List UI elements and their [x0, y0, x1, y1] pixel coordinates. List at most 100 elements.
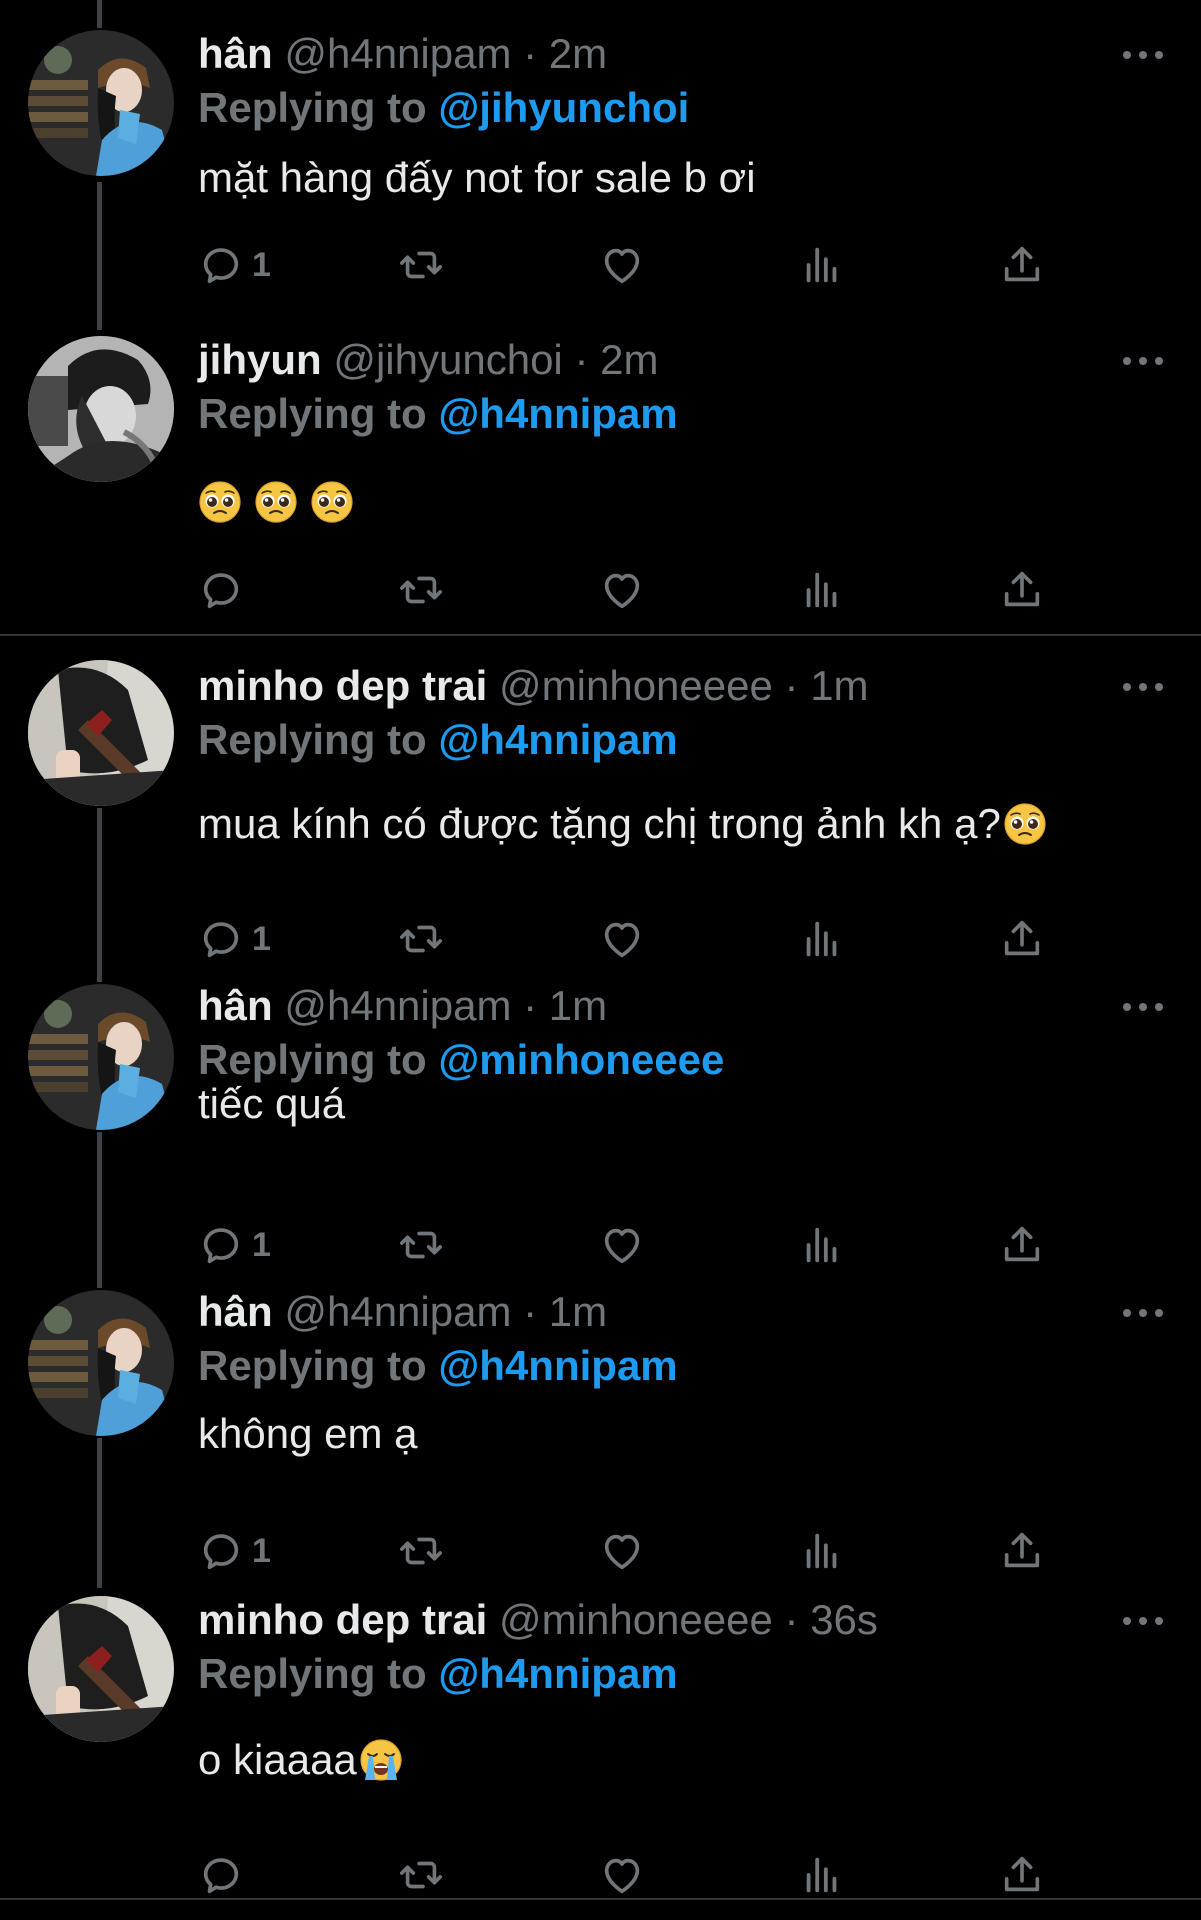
- display-name[interactable]: minho dep trai: [198, 1596, 487, 1643]
- more-icon[interactable]: [1123, 1306, 1163, 1320]
- mention-link[interactable]: @jihyunchoi: [438, 84, 689, 131]
- avatar[interactable]: [28, 1596, 174, 1742]
- share-button[interactable]: [999, 240, 1045, 290]
- share-button[interactable]: [999, 1220, 1045, 1270]
- timestamp[interactable]: 1m: [549, 1288, 607, 1335]
- more-icon[interactable]: [1123, 680, 1163, 694]
- user-handle[interactable]: @h4nnipam: [284, 1288, 511, 1335]
- share-button[interactable]: [999, 1850, 1045, 1900]
- timestamp[interactable]: 1m: [810, 662, 868, 709]
- tweet-actions: 1: [198, 240, 1098, 290]
- views-button[interactable]: [799, 565, 845, 615]
- views-icon: [799, 1852, 845, 1898]
- views-button[interactable]: [799, 1220, 845, 1270]
- retweet-button[interactable]: [398, 914, 444, 964]
- tweet-actions: [198, 565, 1098, 615]
- tweet[interactable]: hân @h4nnipam · 2m Replying to @jihyunch…: [0, 0, 1201, 318]
- share-icon: [999, 567, 1045, 613]
- like-button[interactable]: [599, 565, 645, 615]
- like-icon: [599, 567, 645, 613]
- mention-link[interactable]: @h4nnipam: [438, 716, 677, 763]
- user-handle[interactable]: @minhoneeee: [499, 662, 773, 709]
- retweet-button[interactable]: [398, 240, 444, 290]
- tweet[interactable]: hân @h4nnipam · 1m Replying to @h4nnipam…: [0, 1274, 1201, 1580]
- avatar[interactable]: [28, 336, 174, 482]
- retweet-button[interactable]: [398, 1526, 444, 1576]
- reply-button[interactable]: 1: [198, 240, 271, 290]
- views-icon: [799, 242, 845, 288]
- share-button[interactable]: [999, 1526, 1045, 1576]
- more-icon[interactable]: [1123, 354, 1163, 368]
- display-name[interactable]: hân: [198, 982, 273, 1029]
- more-icon[interactable]: [1123, 48, 1163, 62]
- reply-button[interactable]: 1: [198, 914, 271, 964]
- share-icon: [999, 916, 1045, 962]
- mention-link[interactable]: @h4nnipam: [438, 1342, 677, 1389]
- avatar[interactable]: [28, 660, 174, 806]
- retweet-button[interactable]: [398, 565, 444, 615]
- like-icon: [599, 1852, 645, 1898]
- reply-button[interactable]: 1: [198, 1526, 271, 1576]
- mention-link[interactable]: @h4nnipam: [438, 1650, 677, 1697]
- tweet-header: minho dep trai @minhoneeee · 1m: [198, 661, 869, 711]
- reply-count: 1: [252, 919, 271, 958]
- tweet-actions: 1: [198, 1526, 1098, 1576]
- tweet[interactable]: minho dep trai @minhoneeee · 36s Replyin…: [0, 1580, 1201, 1898]
- like-button[interactable]: [599, 914, 645, 964]
- tweet[interactable]: hân @h4nnipam · 1m Replying to @minhonee…: [0, 968, 1201, 1274]
- avatar[interactable]: [28, 1290, 174, 1436]
- timestamp[interactable]: 2m: [549, 30, 607, 77]
- like-button[interactable]: [599, 240, 645, 290]
- replying-label: Replying to: [198, 716, 427, 763]
- timestamp[interactable]: 2m: [600, 336, 658, 383]
- user-handle[interactable]: @minhoneeee: [499, 1596, 773, 1643]
- share-icon: [999, 1528, 1045, 1574]
- share-button[interactable]: [999, 565, 1045, 615]
- display-name[interactable]: hân: [198, 30, 273, 77]
- display-name[interactable]: minho dep trai: [198, 662, 487, 709]
- tweet[interactable]: minho dep trai @minhoneeee · 1m Replying…: [0, 636, 1201, 968]
- reply-button[interactable]: [198, 565, 244, 615]
- views-button[interactable]: [799, 1526, 845, 1576]
- like-button[interactable]: [599, 1850, 645, 1900]
- avatar[interactable]: [28, 30, 174, 176]
- tweet[interactable]: jihyun @jihyunchoi · 2m Replying to @h4n…: [0, 318, 1201, 636]
- user-handle[interactable]: @h4nnipam: [284, 30, 511, 77]
- mention-link[interactable]: @minhoneeee: [438, 1036, 724, 1083]
- reply-icon: [198, 916, 244, 962]
- views-icon: [799, 916, 845, 962]
- reply-count: 1: [252, 1531, 271, 1570]
- display-name[interactable]: jihyun: [198, 336, 322, 383]
- like-button[interactable]: [599, 1526, 645, 1576]
- user-handle[interactable]: @jihyunchoi: [333, 336, 562, 383]
- retweet-button[interactable]: [398, 1850, 444, 1900]
- separator-dot: ·: [784, 662, 799, 709]
- tweet-body: mua kính có được tặng chị trong ảnh kh ạ…: [198, 798, 1059, 850]
- retweet-icon: [398, 1222, 444, 1268]
- user-handle[interactable]: @h4nnipam: [284, 982, 511, 1029]
- display-name[interactable]: hân: [198, 1288, 273, 1335]
- pleading-face-emoji: [198, 480, 242, 524]
- retweet-icon: [398, 1528, 444, 1574]
- tweet-text: không em ạ: [198, 1410, 418, 1457]
- avatar[interactable]: [28, 984, 174, 1130]
- views-button[interactable]: [799, 914, 845, 964]
- retweet-button[interactable]: [398, 1220, 444, 1270]
- views-button[interactable]: [799, 1850, 845, 1900]
- views-button[interactable]: [799, 240, 845, 290]
- timestamp[interactable]: 1m: [549, 982, 607, 1029]
- mention-link[interactable]: @h4nnipam: [438, 390, 677, 437]
- more-icon[interactable]: [1123, 1614, 1163, 1628]
- reply-button[interactable]: 1: [198, 1220, 271, 1270]
- tweet-text: mua kính có được tặng chị trong ảnh kh ạ…: [198, 800, 1001, 847]
- more-icon[interactable]: [1123, 1000, 1163, 1014]
- replying-label: Replying to: [198, 390, 427, 437]
- views-icon: [799, 1528, 845, 1574]
- views-icon: [799, 1222, 845, 1268]
- timestamp[interactable]: 36s: [810, 1596, 878, 1643]
- reply-button[interactable]: [198, 1850, 244, 1900]
- share-icon: [999, 1852, 1045, 1898]
- like-button[interactable]: [599, 1220, 645, 1270]
- share-button[interactable]: [999, 914, 1045, 964]
- share-icon: [999, 242, 1045, 288]
